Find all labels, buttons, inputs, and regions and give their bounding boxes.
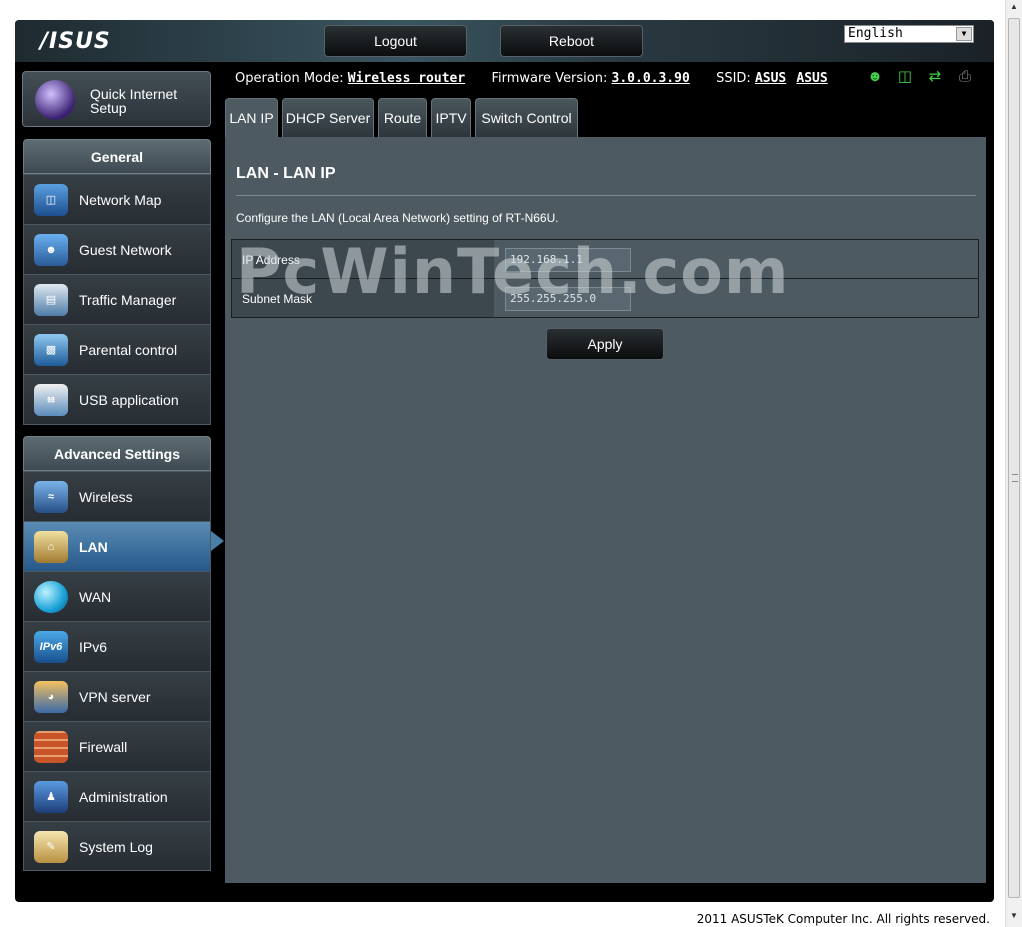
asus-logo: /ISUS [40, 29, 111, 54]
sidebar-item-label: Traffic Manager [79, 292, 177, 308]
ssid-label: SSID: [716, 71, 751, 86]
quick-setup-label: Quick Internet Setup [90, 86, 178, 116]
language-select[interactable]: English ▼ [844, 25, 974, 43]
sidebar-item-label: System Log [79, 839, 153, 855]
connection-icon[interactable]: ◫ [896, 68, 914, 86]
general-heading: General [23, 139, 211, 174]
operation-mode-label: Operation Mode: [235, 71, 344, 86]
firewall-icon [34, 731, 68, 763]
usb-application-icon: ⎂ [34, 384, 68, 416]
title-divider [236, 195, 976, 196]
traffic-manager-icon: ▤ [34, 284, 68, 316]
sidebar-item-traffic-manager[interactable]: ▤ Traffic Manager [23, 274, 211, 324]
sidebar-item-ipv6[interactable]: IPv6 IPv6 [23, 621, 211, 671]
chevron-down-icon[interactable]: ▼ [956, 27, 972, 41]
tab-switch-control[interactable]: Switch Control [475, 98, 578, 138]
subnet-mask-input[interactable]: 255.255.255.0 [505, 287, 631, 311]
ipv6-icon: IPv6 [34, 631, 68, 663]
sidebar-item-administration[interactable]: ♟ Administration [23, 771, 211, 821]
network-map-icon: ◫ [34, 184, 68, 216]
sidebar-item-label: Network Map [79, 192, 162, 208]
sidebar-item-label: IPv6 [79, 639, 108, 655]
page-title: LAN - LAN IP [236, 165, 336, 182]
language-value: English [848, 26, 903, 41]
scroll-up-icon[interactable]: ▲ [1008, 2, 1020, 16]
ip-address-input[interactable]: 192.168.1.1 [505, 248, 631, 272]
ssid-link-2[interactable]: ASUS [796, 71, 827, 86]
reboot-button[interactable]: Reboot [500, 25, 643, 57]
sidebar-item-label: WAN [79, 589, 112, 605]
administration-icon: ♟ [34, 781, 68, 813]
form-row-ip-address: IP Address 192.168.1.1 [232, 240, 978, 279]
scroll-down-icon[interactable]: ▼ [1008, 911, 1020, 925]
sidebar-item-firewall[interactable]: Firewall [23, 721, 211, 771]
guest-network-icon: ☻ [34, 234, 68, 266]
sidebar-item-label: Parental control [79, 342, 178, 358]
usb-icon[interactable]: ⇄ [926, 68, 944, 86]
sidebar-item-usb-application[interactable]: ⎂ USB application [23, 374, 211, 425]
sidebar-item-parental-control[interactable]: ▩ Parental control [23, 324, 211, 374]
status-icons: ☻ ◫ ⇄ ⎙ [866, 68, 974, 86]
page-description: Configure the LAN (Local Area Network) s… [236, 211, 559, 225]
parental-control-icon: ▩ [34, 334, 68, 366]
sidebar-item-label: VPN server [79, 689, 151, 705]
sidebar-item-label: Firewall [79, 739, 128, 755]
operation-mode-link[interactable]: Wireless router [348, 71, 465, 86]
scroll-thumb[interactable] [1008, 18, 1020, 898]
sidebar-item-label: Guest Network [79, 242, 172, 258]
clients-icon[interactable]: ☻ [866, 68, 884, 86]
sidebar-item-label: Wireless [79, 489, 133, 505]
sidebar-item-label: LAN [79, 539, 108, 555]
quick-internet-setup-button[interactable]: Quick Internet Setup [22, 71, 211, 127]
wireless-icon: ≈ [34, 481, 68, 513]
sidebar-item-network-map[interactable]: ◫ Network Map [23, 174, 211, 224]
wizard-icon [35, 80, 75, 120]
copyright-footer: 2011 ASUSTeK Computer Inc. All rights re… [696, 912, 990, 926]
sidebar-item-wan[interactable]: WAN [23, 571, 211, 621]
sidebar-item-system-log[interactable]: ✎ System Log [23, 821, 211, 871]
tab-lan-ip[interactable]: LAN IP [225, 98, 278, 138]
lan-ip-form: IP Address 192.168.1.1 Subnet Mask 255.2… [231, 239, 979, 318]
tab-route[interactable]: Route [378, 98, 427, 138]
advanced-settings-heading: Advanced Settings [23, 436, 211, 471]
firmware-link[interactable]: 3.0.0.3.90 [612, 71, 690, 86]
sidebar-item-wireless[interactable]: ≈ Wireless [23, 471, 211, 521]
vpn-server-icon: ◕ [34, 681, 68, 713]
logout-button[interactable]: Logout [324, 25, 467, 57]
tab-iptv[interactable]: IPTV [431, 98, 471, 138]
apply-button[interactable]: Apply [546, 328, 664, 360]
ssid-link-1[interactable]: ASUS [755, 71, 786, 86]
active-item-pointer [211, 531, 224, 551]
status-bar: Operation Mode: Wireless router Firmware… [235, 71, 828, 86]
ip-address-label: IP Address [232, 240, 494, 278]
tab-dhcp-server[interactable]: DHCP Server [282, 98, 374, 138]
lan-icon: ⌂ [34, 531, 68, 563]
subnet-mask-label: Subnet Mask [232, 279, 494, 317]
sidebar-item-label: Administration [79, 789, 168, 805]
page-scrollbar[interactable]: ▲ ▼ [1005, 0, 1022, 927]
sidebar-item-vpn-server[interactable]: ◕ VPN server [23, 671, 211, 721]
form-row-subnet-mask: Subnet Mask 255.255.255.0 [232, 279, 978, 318]
sidebar-item-label: USB application [79, 392, 179, 408]
wan-globe-icon [34, 581, 68, 613]
sidebar-item-lan[interactable]: ⌂ LAN [23, 521, 211, 571]
firmware-label: Firmware Version: [491, 71, 608, 86]
system-log-icon: ✎ [34, 831, 68, 863]
printer-icon[interactable]: ⎙ [956, 68, 974, 86]
sidebar-item-guest-network[interactable]: ☻ Guest Network [23, 224, 211, 274]
